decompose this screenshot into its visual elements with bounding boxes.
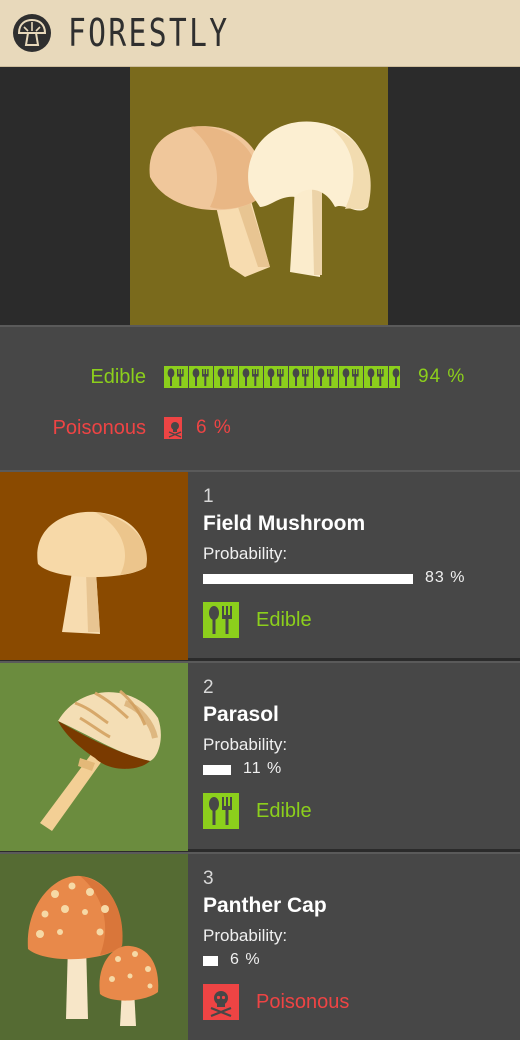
probability-bar xyxy=(203,765,231,775)
fork-spoon-icon xyxy=(339,366,363,388)
hero-panel xyxy=(0,67,520,325)
fork-spoon-icon xyxy=(164,366,188,388)
brand-title[interactable]: FORESTLY xyxy=(68,8,229,58)
result-image xyxy=(0,663,188,851)
fork-spoon-icon xyxy=(239,366,263,388)
result-rank: 3 xyxy=(203,868,214,889)
parasol-image xyxy=(40,689,161,831)
skull-icon xyxy=(164,417,182,439)
edible-percent: 94 % xyxy=(418,366,466,387)
uploaded-photo[interactable] xyxy=(130,67,388,325)
classification-label: Poisonous xyxy=(256,991,350,1013)
fork-spoon-icon xyxy=(289,366,313,388)
result-name[interactable]: Panther Cap xyxy=(203,894,327,918)
result-rank: 1 xyxy=(203,486,214,507)
result-card[interactable]: 1 Field Mushroom Probability: 83 % Edibl… xyxy=(0,470,520,660)
result-name[interactable]: Parasol xyxy=(203,703,279,727)
panther-cap-image xyxy=(27,875,159,1026)
fork-spoon-icon xyxy=(203,602,239,638)
result-card[interactable]: 3 Panther Cap Probability: 6 % Poisonous xyxy=(0,852,520,1040)
probability-bar xyxy=(203,574,413,584)
probability-label: Probability: xyxy=(203,544,288,563)
result-card[interactable]: 2 Parasol Probability: 11 % Edible xyxy=(0,661,520,851)
app-header: FORESTLY xyxy=(0,0,520,67)
fork-spoon-icon xyxy=(389,366,400,388)
field-mushroom-image xyxy=(37,511,147,634)
probability-label: Probability: xyxy=(203,735,288,754)
edible-icon-bar xyxy=(164,366,400,388)
classification-label: Edible xyxy=(256,609,312,631)
poisonous-icon-bar xyxy=(164,417,182,439)
probability-bar xyxy=(203,956,218,966)
fork-spoon-icon-strip xyxy=(164,366,400,388)
classification-summary: Edible 94 % Poisonous 6 % xyxy=(0,325,520,470)
fork-spoon-icon xyxy=(203,793,239,829)
mushroom-photo-illustration xyxy=(149,121,371,277)
fork-spoon-icon xyxy=(314,366,338,388)
result-name[interactable]: Field Mushroom xyxy=(203,512,365,536)
skull-icon xyxy=(203,984,239,1020)
mushroom-logo-icon[interactable] xyxy=(12,13,52,53)
classification-label: Edible xyxy=(256,800,312,822)
fork-spoon-icon xyxy=(264,366,288,388)
fork-spoon-icon xyxy=(364,366,388,388)
result-image xyxy=(0,472,188,660)
probability-percent: 83 % xyxy=(425,569,466,586)
fork-spoon-icon xyxy=(214,366,238,388)
poisonous-label: Poisonous xyxy=(52,416,146,439)
fork-spoon-icon xyxy=(189,366,213,388)
probability-percent: 6 % xyxy=(230,951,261,968)
probability-percent: 11 % xyxy=(243,760,283,777)
probability-label: Probability: xyxy=(203,926,288,945)
poisonous-summary-row: Poisonous 6 % xyxy=(0,413,232,443)
edible-label: Edible xyxy=(90,365,146,388)
result-rank: 2 xyxy=(203,677,214,698)
result-image xyxy=(0,854,188,1040)
poisonous-percent: 6 % xyxy=(196,417,232,438)
edible-summary-row: Edible 94 % xyxy=(0,362,465,392)
